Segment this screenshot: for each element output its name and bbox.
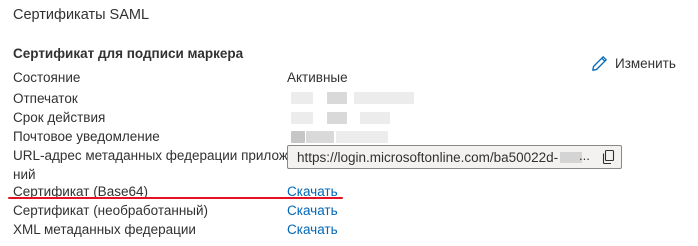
status-value: Активные xyxy=(287,70,348,85)
subsection-title: Сертификат для подписи маркера xyxy=(13,46,244,61)
metadata-url-label-line1: URL-адрес метаданных федерации приложе xyxy=(13,148,296,163)
federation-metadata-xml-download-link[interactable]: Скачать xyxy=(287,220,338,239)
metadata-url-ellipsis: ... xyxy=(579,148,590,163)
copy-icon[interactable] xyxy=(601,149,616,165)
expiration-label: Срок действия xyxy=(13,110,106,125)
metadata-url-text: https://login.microsoftonline.com/ba5002… xyxy=(297,149,559,165)
thumbprint-label: Отпечаток xyxy=(13,91,78,106)
certificate-raw-label: Сертификат (необработанный) xyxy=(13,203,209,218)
section-title: Сертификаты SAML xyxy=(13,7,150,23)
status-label: Состояние xyxy=(13,70,81,85)
highlight-underline xyxy=(8,197,343,199)
pencil-icon xyxy=(591,55,608,72)
edit-button[interactable]: Изменить xyxy=(591,55,676,72)
notification-email-label: Почтовое уведомление xyxy=(13,129,160,144)
metadata-url-label: URL-адрес метаданных федерации приложе н… xyxy=(13,146,295,184)
federation-metadata-xml-label: XML метаданных федерации xyxy=(13,222,196,237)
certificate-raw-download-link[interactable]: Скачать xyxy=(287,201,338,220)
edit-label: Изменить xyxy=(615,56,676,71)
metadata-url-field[interactable]: https://login.microsoftonline.com/ba5002… xyxy=(287,145,622,169)
